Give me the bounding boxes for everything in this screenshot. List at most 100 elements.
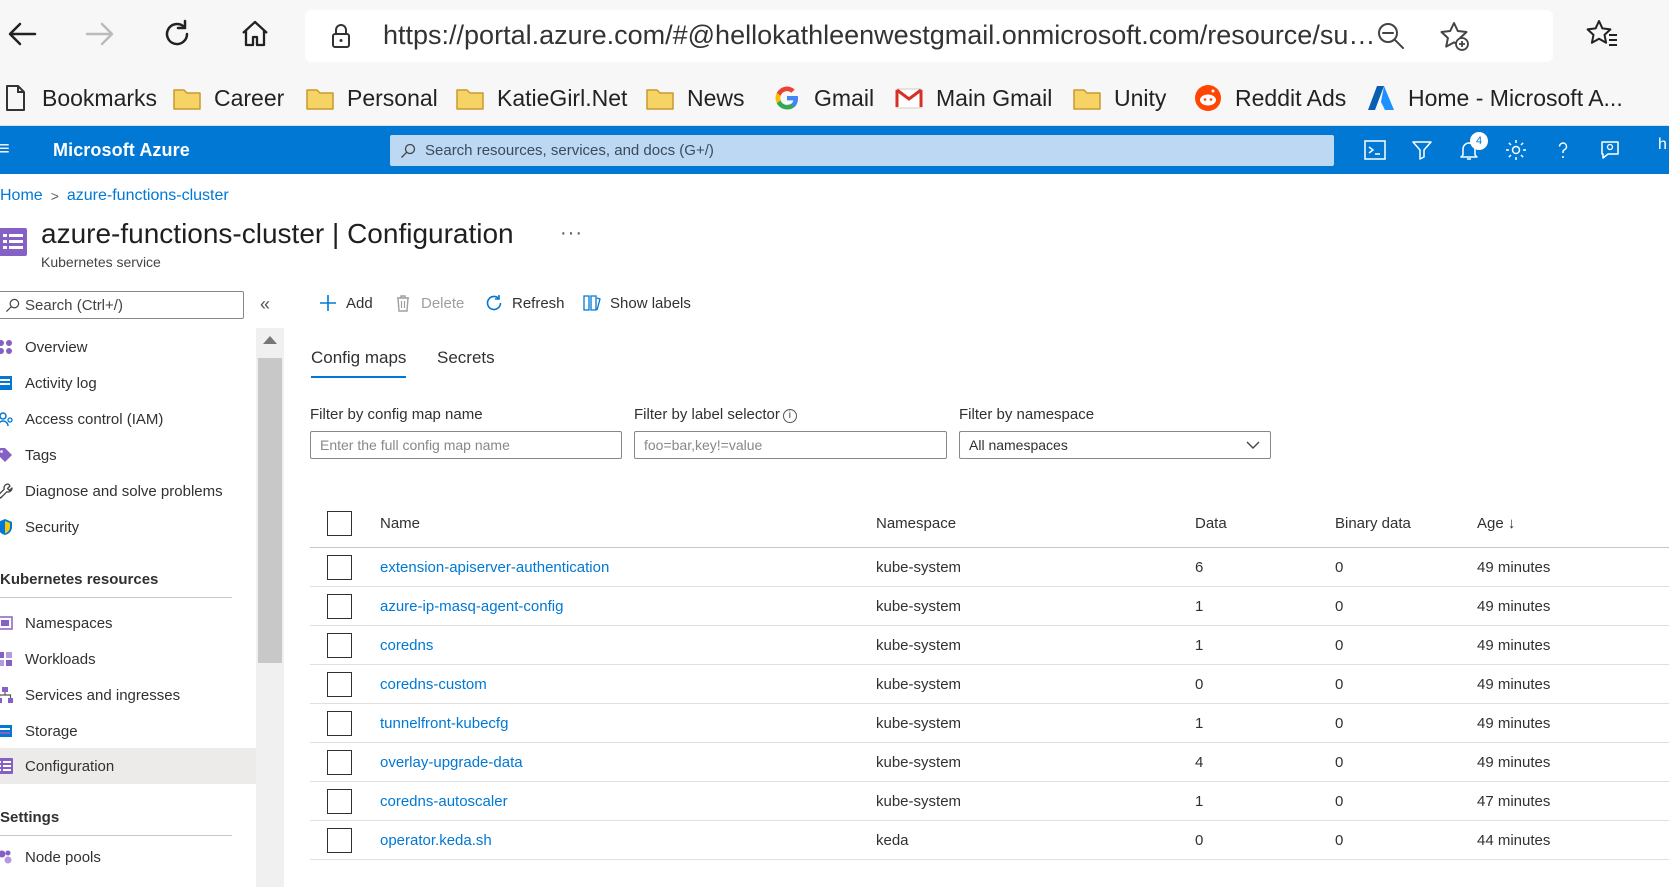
reload-button[interactable] [155, 12, 199, 56]
breadcrumb-resource-link[interactable]: azure-functions-cluster [67, 187, 229, 205]
search-icon [401, 143, 416, 158]
bookmark-item[interactable]: Career [172, 80, 284, 116]
namespace-dropdown[interactable]: All namespaces [959, 431, 1271, 459]
nav-item-diagnose[interactable]: Diagnose and solve problems [0, 473, 256, 509]
bookmark-item[interactable]: Gmail [772, 80, 874, 116]
global-search-input[interactable]: Search resources, services, and docs (G+… [390, 135, 1334, 166]
nav-item-security[interactable]: Security [0, 509, 256, 545]
cell-age: 49 minutes [1477, 637, 1551, 654]
help-button[interactable] [1551, 138, 1575, 162]
delete-button[interactable]: Delete [393, 293, 464, 313]
bookmark-item[interactable]: KatieGirl.Net [455, 80, 627, 116]
row-checkbox[interactable] [327, 633, 352, 658]
cloud-shell-button[interactable] [1363, 138, 1387, 162]
breadcrumb-home-link[interactable]: Home [0, 187, 43, 205]
column-header-namespace[interactable]: Namespace [876, 515, 956, 532]
cell-data: 1 [1195, 715, 1204, 732]
add-button[interactable]: Add [318, 293, 373, 313]
nav-item-tags[interactable]: Tags [0, 437, 256, 473]
nav-item-namespaces[interactable]: Namespaces [0, 605, 256, 641]
row-checkbox[interactable] [327, 789, 352, 814]
settings-button[interactable] [1504, 138, 1528, 162]
nav-item-label: Overview [25, 338, 88, 356]
tab-config-maps[interactable]: Config maps [311, 348, 407, 378]
nav-item-configuration[interactable]: Configuration [0, 748, 256, 784]
cell-name[interactable]: tunnelfront-kubecfg [380, 715, 508, 732]
cell-name[interactable]: extension-apiserver-authentication [380, 559, 609, 576]
services-icon [0, 687, 13, 703]
column-header-age[interactable]: Age ↓ [1477, 515, 1515, 532]
row-checkbox[interactable] [327, 672, 352, 697]
collapse-menu-button[interactable]: « [260, 294, 270, 315]
nav-item-storage[interactable]: Storage [0, 713, 256, 749]
bookmark-item[interactable]: Home - Microsoft A... [1366, 80, 1623, 116]
cell-name[interactable]: overlay-upgrade-data [380, 754, 523, 771]
account-menu[interactable]: h [1658, 136, 1667, 154]
info-icon[interactable]: i [782, 409, 797, 423]
nav-item-node-pools[interactable]: Node pools [0, 839, 256, 875]
more-options-button[interactable]: ··· [560, 222, 583, 245]
row-checkbox[interactable] [327, 750, 352, 775]
row-checkbox[interactable] [327, 711, 352, 736]
table-row[interactable]: operator.keda.sh keda 0 0 44 minutes [310, 821, 1669, 860]
table-row[interactable]: coredns kube-system 1 0 49 minutes [310, 626, 1669, 665]
folder-icon [173, 89, 201, 110]
table-row[interactable]: azure-ip-masq-agent-config kube-system 1 0 4… [310, 587, 1669, 626]
refresh-button[interactable]: Refresh [484, 293, 565, 313]
bookmark-item[interactable]: Personal [305, 80, 438, 116]
table-row[interactable]: coredns-autoscaler kube-system 1 0 47 minute… [310, 782, 1669, 821]
directory-filter-button[interactable] [1410, 138, 1434, 162]
cell-name[interactable]: azure-ip-masq-agent-config [380, 598, 563, 615]
column-header-binary-data[interactable]: Binary data [1335, 515, 1411, 532]
zoom-out-icon[interactable] [1375, 20, 1407, 52]
row-checkbox[interactable] [327, 594, 352, 619]
table-row[interactable]: tunnelfront-kubecfg kube-system 1 0 49 minut… [310, 704, 1669, 743]
tab-secrets[interactable]: Secrets [437, 348, 495, 376]
row-checkbox[interactable] [327, 828, 352, 853]
scrollbar-thumb[interactable] [258, 358, 282, 663]
cell-name[interactable]: coredns [380, 637, 433, 654]
favorites-button[interactable] [1580, 12, 1624, 56]
filter-name-input[interactable] [310, 431, 622, 459]
filter-label-selector-input[interactable] [634, 431, 947, 459]
azure-brand[interactable]: Microsoft Azure [53, 140, 190, 161]
add-favorite-icon[interactable] [1438, 20, 1470, 52]
column-header-name[interactable]: Name [380, 515, 420, 532]
nav-item-activity-log[interactable]: Activity log [0, 365, 256, 401]
scroll-up-arrow-icon[interactable] [263, 336, 277, 344]
table-row[interactable]: overlay-upgrade-data kube-system 4 0 49 minu… [310, 743, 1669, 782]
cell-name[interactable]: coredns-autoscaler [380, 793, 508, 810]
feedback-button[interactable] [1598, 138, 1622, 162]
cell-name[interactable]: operator.keda.sh [380, 832, 492, 849]
home-button[interactable] [233, 12, 277, 56]
bookmark-item[interactable]: Unity [1072, 80, 1166, 116]
nav-item-workloads[interactable]: Workloads [0, 641, 256, 677]
bookmark-item[interactable]: Main Gmail [894, 80, 1052, 116]
cloud-shell-icon [1364, 140, 1386, 160]
row-checkbox[interactable] [327, 555, 352, 580]
forward-button[interactable] [78, 12, 122, 56]
bookmark-item[interactable]: Reddit Ads [1193, 80, 1346, 116]
nav-item-iam[interactable]: Access control (IAM) [0, 401, 256, 437]
select-all-checkbox[interactable] [327, 511, 352, 536]
back-button[interactable] [0, 12, 44, 56]
bookmark-label: Bookmarks [42, 84, 158, 111]
cell-name[interactable]: coredns-custom [380, 676, 487, 693]
nav-item-overview[interactable]: Overview [0, 329, 256, 365]
nav-divider [0, 597, 232, 598]
cell-namespace: kube-system [876, 598, 962, 615]
nav-item-services[interactable]: Services and ingresses [0, 677, 256, 713]
bookmark-item[interactable]: News [645, 80, 745, 116]
url-text[interactable]: https://portal.azure.com/#@hellokathleen… [383, 20, 1383, 51]
table-row[interactable]: coredns-custom kube-system 0 0 49 minutes [310, 665, 1669, 704]
resource-menu-search-input[interactable]: Search (Ctrl+/) [0, 291, 244, 319]
add-button-label: Add [346, 294, 373, 312]
address-bar[interactable]: https://portal.azure.com/#@hellokathleen… [305, 10, 1553, 62]
bookmark-item[interactable]: Bookmarks [0, 80, 157, 116]
hamburger-menu-icon[interactable]: ≡ [0, 138, 10, 161]
show-labels-button[interactable]: Show labels [582, 293, 691, 313]
table-row[interactable]: extension-apiserver-authentication kube-s… [310, 548, 1669, 587]
column-header-data[interactable]: Data [1195, 515, 1227, 532]
nav-scrollbar[interactable] [256, 328, 284, 887]
resource-menu-search-placeholder: Search (Ctrl+/) [25, 297, 123, 314]
